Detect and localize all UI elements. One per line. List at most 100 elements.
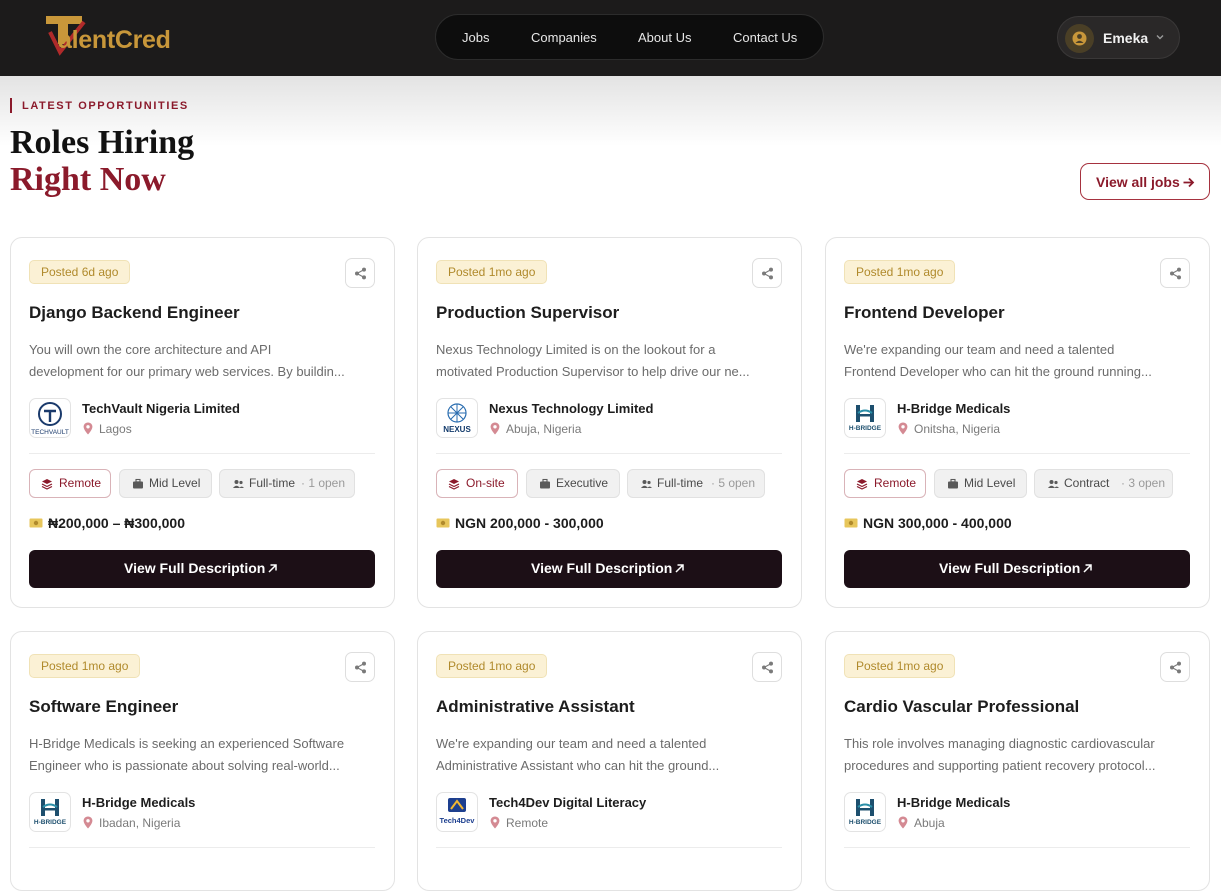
- job-location: Abuja: [914, 816, 945, 830]
- work-mode-label: On-site: [466, 476, 505, 490]
- level-label: Executive: [556, 476, 609, 490]
- job-type-chip: Contract · 3 open: [1034, 469, 1173, 498]
- company-name[interactable]: H-Bridge Medicals: [82, 795, 195, 810]
- share-button[interactable]: [345, 258, 375, 288]
- arrow-up-right-icon: [675, 564, 684, 573]
- card-divider: [29, 453, 375, 454]
- posted-badge: Posted 1mo ago: [29, 654, 141, 678]
- card-divider: [844, 453, 1190, 454]
- chevron-down-icon: [1156, 35, 1164, 40]
- h-bridge-logo: H-BRIDGE: [844, 792, 886, 832]
- description-line: We're expanding our team and need a tale…: [844, 342, 1115, 357]
- card-divider: [436, 847, 782, 848]
- company-name[interactable]: Tech4Dev Digital Literacy: [489, 795, 646, 810]
- briefcase-icon: [948, 478, 958, 489]
- share-button[interactable]: [1160, 258, 1190, 288]
- logo-caption: NEXUS: [443, 425, 471, 434]
- money-icon: [29, 518, 43, 528]
- openings-count: · 1 open: [301, 476, 346, 490]
- job-description: Nexus Technology Limited is on the looko…: [436, 339, 784, 383]
- nav-contact-us[interactable]: Contact Us: [733, 30, 797, 45]
- job-description: This role involves managing diagnostic c…: [844, 733, 1192, 777]
- arrow-up-right-icon: [268, 564, 277, 573]
- company-name[interactable]: H-Bridge Medicals: [897, 401, 1010, 416]
- nav-about-us[interactable]: About Us: [638, 30, 691, 45]
- card-divider: [29, 847, 375, 848]
- view-all-jobs-button[interactable]: View all jobs: [1080, 163, 1210, 200]
- description-line: This role involves managing diagnostic c…: [844, 736, 1155, 751]
- job-card: Posted 1mo ago Production Supervisor Nex…: [417, 237, 802, 608]
- job-title[interactable]: Frontend Developer: [844, 303, 1005, 323]
- company-name[interactable]: Nexus Technology Limited: [489, 401, 653, 416]
- share-button[interactable]: [1160, 652, 1190, 682]
- description-line: H-Bridge Medicals is seeking an experien…: [29, 736, 345, 751]
- location-pin-icon: [898, 422, 908, 435]
- layers-icon: [41, 479, 53, 490]
- location-pin-icon: [83, 422, 93, 435]
- company-name[interactable]: TechVault Nigeria Limited: [82, 401, 240, 416]
- section-title-line1: Roles Hiring: [10, 124, 195, 161]
- nav-companies[interactable]: Companies: [531, 30, 597, 45]
- job-type-chip: Full-time · 5 open: [627, 469, 765, 498]
- level-label: Mid Level: [964, 476, 1016, 490]
- section-title-line2: Right Now: [10, 161, 166, 198]
- salary-range: NGN 300,000 - 400,000: [863, 515, 1012, 531]
- arrow-up-right-icon: [1083, 564, 1092, 573]
- posted-badge: Posted 6d ago: [29, 260, 131, 284]
- money-icon: [436, 518, 450, 528]
- openings-count: · 3 open: [1121, 476, 1166, 490]
- job-title[interactable]: Administrative Assistant: [436, 697, 635, 717]
- posted-badge: Posted 1mo ago: [844, 654, 956, 678]
- section-eyebrow: LATEST OPPORTUNITIES: [22, 100, 189, 112]
- description-line: Engineer who is passionate about solving…: [29, 758, 340, 773]
- logo-caption: H-BRIDGE: [849, 425, 882, 432]
- nexus-logo: NEXUS: [436, 398, 478, 438]
- card-divider: [436, 453, 782, 454]
- logo-wordmark: alentCred: [58, 26, 171, 54]
- job-title[interactable]: Django Backend Engineer: [29, 303, 240, 323]
- job-description: You will own the core architecture and A…: [29, 339, 377, 383]
- description-line: Nexus Technology Limited is on the looko…: [436, 342, 716, 357]
- job-location: Ibadan, Nigeria: [99, 816, 181, 830]
- job-location: Lagos: [99, 422, 132, 436]
- work-mode-chip: On-site: [436, 469, 518, 498]
- job-type-label: Contract: [1064, 476, 1110, 490]
- view-full-description-button[interactable]: View Full Description: [29, 550, 375, 588]
- job-type-label: Full-time: [657, 476, 704, 490]
- share-button[interactable]: [345, 652, 375, 682]
- view-full-description-button[interactable]: View Full Description: [844, 550, 1190, 588]
- share-button[interactable]: [752, 258, 782, 288]
- h-bridge-logo: H-BRIDGE: [29, 792, 71, 832]
- job-title[interactable]: Cardio Vascular Professional: [844, 697, 1079, 717]
- job-title[interactable]: Software Engineer: [29, 697, 178, 717]
- job-card: Posted 1mo ago Cardio Vascular Professio…: [825, 631, 1210, 891]
- layers-icon: [856, 479, 868, 490]
- briefcase-icon: [133, 478, 143, 489]
- level-label: Mid Level: [149, 476, 201, 490]
- work-mode-label: Remote: [59, 476, 102, 490]
- arrow-right-icon: [1183, 177, 1195, 188]
- job-title[interactable]: Production Supervisor: [436, 303, 619, 323]
- share-button[interactable]: [752, 652, 782, 682]
- logo-caption: H-BRIDGE: [34, 819, 67, 826]
- work-mode-chip: Remote: [844, 469, 926, 498]
- level-chip: Mid Level: [934, 469, 1027, 498]
- users-icon: [1048, 480, 1059, 488]
- view-full-description-button[interactable]: View Full Description: [436, 550, 782, 588]
- company-name[interactable]: H-Bridge Medicals: [897, 795, 1010, 810]
- posted-badge: Posted 1mo ago: [844, 260, 956, 284]
- posted-badge: Posted 1mo ago: [436, 654, 548, 678]
- job-card: Posted 1mo ago Administrative Assistant …: [417, 631, 802, 891]
- level-chip: Mid Level: [119, 469, 212, 498]
- user-menu-button[interactable]: Emeka: [1057, 16, 1180, 59]
- location-pin-icon: [490, 422, 500, 435]
- description-line: You will own the core architecture and A…: [29, 342, 272, 357]
- top-navigation-bar: alentCred Jobs Companies About Us Contac…: [0, 0, 1221, 76]
- nav-jobs[interactable]: Jobs: [462, 30, 489, 45]
- salary-range: NGN 200,000 - 300,000: [455, 515, 604, 531]
- view-all-jobs-label: View all jobs: [1096, 174, 1180, 190]
- techvault-logo: TECHVAULT: [29, 398, 71, 438]
- cta-label: View Full Description: [124, 560, 266, 576]
- logo-caption: TECHVAULT: [31, 429, 69, 436]
- tech4dev-logo: Tech4Dev: [436, 792, 478, 832]
